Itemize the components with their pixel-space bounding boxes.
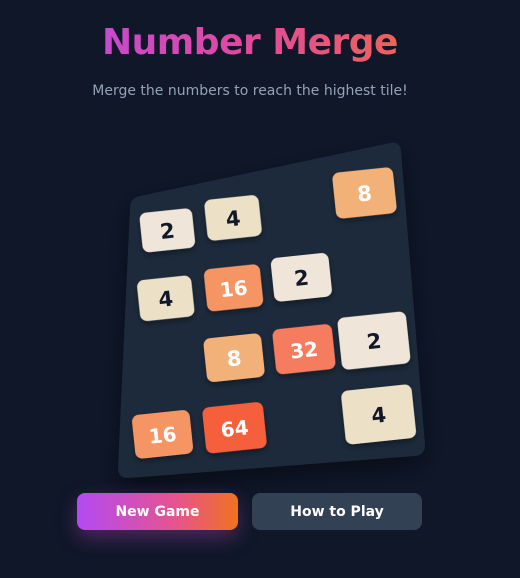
tile-64: 64 [202,402,267,454]
tile-8: 8 [203,333,265,382]
tile-value: 64 [220,415,250,442]
board-area: 2 4 8 4 16 2 8 32 2 16 64 4 [0,0,520,578]
tile-4: 4 [204,195,262,241]
tile-8: 8 [332,167,397,219]
tile-value: 16 [219,275,249,302]
tile-value: 4 [225,206,242,231]
tile-value: 8 [226,346,243,371]
tile-value: 8 [356,181,373,206]
tile-2: 2 [270,253,332,302]
new-game-button[interactable]: New Game [77,493,238,530]
how-to-play-button[interactable]: How to Play [252,493,422,530]
tile-2: 2 [139,208,195,253]
tile-value: 2 [293,266,310,291]
tile-16: 16 [132,410,193,459]
tile-value: 32 [289,337,319,364]
tile-16: 16 [204,264,264,312]
tile-4: 4 [341,384,416,445]
game-page: Number Merge Merge the numbers to reach … [0,0,520,578]
tile-4: 4 [137,275,195,321]
tile-value: 4 [370,403,387,428]
tile-value: 2 [159,219,176,244]
game-board[interactable]: 2 484 16 28 32 216 64 4 [0,0,520,578]
tile-value: 4 [157,287,174,312]
tile-value: 2 [366,329,383,354]
tile-value: 16 [148,422,178,449]
tile-2: 2 [337,311,411,370]
tile-32: 32 [272,324,336,375]
